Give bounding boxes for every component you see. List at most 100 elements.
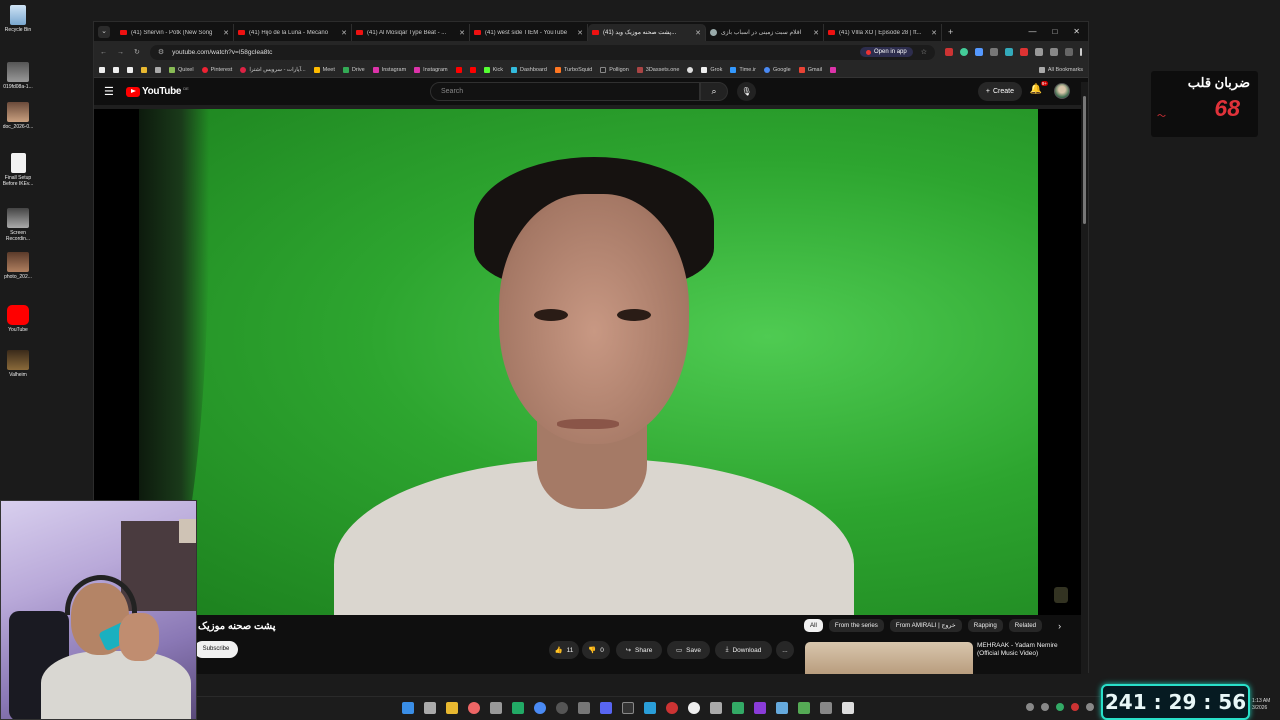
profile-icon[interactable] <box>1065 48 1073 56</box>
hamburger-menu-icon[interactable]: ☰ <box>104 85 118 98</box>
tab-4-active[interactable]: (41) پشت صحنه موزیک وید... ✕ <box>588 24 706 41</box>
new-tab-button[interactable]: + <box>948 27 953 37</box>
bookmark-item[interactable] <box>687 67 694 73</box>
video-player[interactable] <box>94 109 1082 615</box>
like-button[interactable]: 👍 11 <box>549 641 579 659</box>
maximize-icon[interactable]: □ <box>1052 27 1057 36</box>
close-window-icon[interactable]: ✕ <box>1073 27 1080 36</box>
taskbar-clock[interactable]: 1:13 AM 3/2026 <box>1252 698 1270 712</box>
desktop-icon-valheim[interactable]: Valheim <box>0 350 36 378</box>
chevron-right-icon[interactable]: › <box>1058 621 1061 631</box>
address-bar[interactable]: ⚙ youtube.com/watch?v=I58gcIea8tc Open i… <box>149 44 935 60</box>
tab-0[interactable]: (41) Shervin - Potk (New Song ✕ <box>116 24 234 41</box>
desktop-icon-screen-recording[interactable]: Screen Recordin... <box>0 208 36 242</box>
menu-dots-icon[interactable] <box>1080 48 1082 56</box>
discord-icon[interactable] <box>600 702 612 714</box>
more-actions-button[interactable]: ... <box>776 641 794 659</box>
extension-icon[interactable] <box>975 48 983 56</box>
bookmark-item[interactable]: Dashboard <box>511 67 547 73</box>
search-input[interactable]: Search <box>430 82 700 101</box>
scrollbar-thumb[interactable] <box>1083 96 1086 224</box>
tray-icon[interactable] <box>1026 703 1034 711</box>
tab-5[interactable]: اقلام سبت زمینی در اسباب بازی ✕ <box>706 24 824 41</box>
bookmark-item[interactable]: Google <box>763 67 791 73</box>
app-icon[interactable] <box>512 702 524 714</box>
dislike-button[interactable]: 👎 0 <box>582 641 610 659</box>
app-icon[interactable] <box>842 702 854 714</box>
bookmark-item[interactable]: آپارات - سرویس اشترا... <box>240 67 306 73</box>
bookmark-item[interactable]: Meet <box>313 67 335 73</box>
share-button[interactable]: ↪ Share <box>616 641 662 659</box>
bookmark-item[interactable]: Drive <box>342 67 365 73</box>
bookmark-folder[interactable] <box>99 67 105 73</box>
create-button[interactable]: + Create <box>977 82 1022 101</box>
bookmark-item[interactable]: Polligon <box>600 67 629 73</box>
chip-from-the-series[interactable]: From the series <box>828 619 884 632</box>
bookmark-item[interactable]: Pinterest <box>201 67 232 73</box>
avatar[interactable] <box>1054 83 1070 99</box>
tab-3[interactable]: (41) west side TIEM - YouTube ✕ <box>470 24 588 41</box>
site-info-icon[interactable]: ⚙ <box>158 48 164 56</box>
settings-icon[interactable] <box>490 702 502 714</box>
chatgpt-icon[interactable] <box>688 702 700 714</box>
channel-watermark[interactable] <box>1054 587 1068 603</box>
desktop-icon-image[interactable]: 019fd08a-1... <box>0 62 36 90</box>
chip-from-channel[interactable]: From AMIRALI | خروج <box>889 619 962 632</box>
extension-icon[interactable] <box>1005 48 1013 56</box>
save-button[interactable]: ▭ Save <box>667 641 710 659</box>
page-scrollbar[interactable] <box>1081 82 1088 674</box>
chrome-icon[interactable] <box>534 702 546 714</box>
bookmark-item[interactable] <box>830 67 837 73</box>
back-icon[interactable]: ← <box>100 49 107 56</box>
bookmark-item[interactable]: Gmail <box>798 67 822 73</box>
app-icon[interactable] <box>798 702 810 714</box>
app-icon[interactable] <box>776 702 788 714</box>
search-app-icon[interactable] <box>468 702 480 714</box>
bookmark-item[interactable]: Quixel <box>169 67 194 73</box>
tray-icon[interactable] <box>1086 703 1094 711</box>
tray-icon[interactable] <box>1071 703 1079 711</box>
tab-search-button[interactable]: ⌄ <box>98 25 110 38</box>
app-icon[interactable] <box>754 702 766 714</box>
search-button[interactable]: ⌕ <box>700 82 728 101</box>
close-icon[interactable]: ✕ <box>577 29 583 37</box>
app-icon[interactable] <box>732 702 744 714</box>
close-icon[interactable]: ✕ <box>931 29 937 37</box>
tray-icon[interactable] <box>1056 703 1064 711</box>
bookmark-item[interactable] <box>455 67 462 73</box>
voice-search-button[interactable]: 🎙 <box>737 82 756 101</box>
close-icon[interactable]: ✕ <box>341 29 347 37</box>
app-icon[interactable] <box>578 702 590 714</box>
tab-1[interactable]: (41) Hijo de la Luna - Mecano ✕ <box>234 24 352 41</box>
download-button[interactable]: ⤓ Download <box>715 641 772 659</box>
tab-2[interactable]: (41) Al Mosiqar Type Beat - ... ✕ <box>352 24 470 41</box>
bookmark-star-icon[interactable]: ☆ <box>921 48 927 56</box>
forward-icon[interactable]: → <box>117 49 124 56</box>
subscribe-button[interactable]: Subscribe <box>194 641 238 658</box>
chip-rapping[interactable]: Rapping <box>967 619 1003 632</box>
bookmark-item[interactable]: 3Dassets.one <box>636 67 679 73</box>
bookmark-item[interactable]: Kick <box>483 67 503 73</box>
tray-icon[interactable] <box>1041 703 1049 711</box>
file-explorer-icon[interactable] <box>446 702 458 714</box>
bookmark-item[interactable]: Instagram <box>372 67 406 73</box>
apps-grid[interactable] <box>155 67 161 73</box>
bookmark-item[interactable] <box>469 67 476 73</box>
app-icon[interactable] <box>820 702 832 714</box>
bookmark-item[interactable]: Grok <box>701 67 722 73</box>
extension-icon[interactable] <box>990 48 998 56</box>
desktop-icon-youtube[interactable]: YouTube <box>0 305 36 333</box>
bookmark-item[interactable]: Instagram <box>414 67 448 73</box>
close-icon[interactable]: ✕ <box>223 29 229 37</box>
youtube-logo[interactable]: YouTube DE <box>126 86 189 97</box>
close-icon[interactable]: ✕ <box>695 29 701 37</box>
minimize-icon[interactable]: — <box>1028 27 1036 36</box>
bookmark-folder[interactable] <box>141 67 147 73</box>
reload-icon[interactable]: ↻ <box>134 48 140 56</box>
telegram-icon[interactable] <box>644 702 656 714</box>
close-icon[interactable]: ✕ <box>459 29 465 37</box>
chip-related[interactable]: Related <box>1008 619 1043 632</box>
extension-icon[interactable] <box>945 48 953 56</box>
steam-icon[interactable] <box>622 702 634 714</box>
windows-start-icon[interactable] <box>402 702 414 714</box>
